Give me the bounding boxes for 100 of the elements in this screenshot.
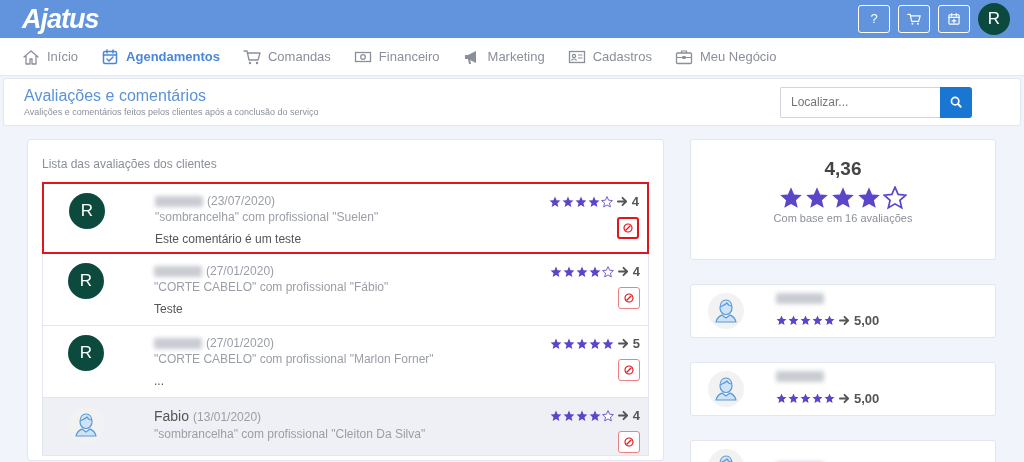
star-icon (824, 393, 835, 404)
nav-link[interactable]: Agendamentos (101, 47, 220, 66)
star-icon (779, 185, 803, 210)
review-score: 4 (632, 263, 640, 281)
review-score: 5 (632, 335, 640, 353)
review-date: (27/01/2020) (206, 263, 275, 280)
nav-link[interactable]: Meu Negócio (674, 47, 777, 66)
star-icon (575, 409, 588, 422)
blurred-name (776, 370, 824, 382)
help-button[interactable]: ? (858, 5, 890, 33)
search-field[interactable]: Localizar... (780, 86, 940, 118)
star-icon (831, 185, 855, 210)
service-description: "sombrancelha" com profissional "Cleiton Da Silva" (154, 426, 427, 443)
review-row[interactable]: R (27/01/2020) "CORTE CABELO" com profissional "Fábio" Teste 4 (42, 254, 649, 327)
star-icon (575, 337, 588, 350)
average-rating: 4,36 (824, 157, 862, 181)
rating-caption: Com base em 16 avaliações (773, 210, 913, 226)
star-icon (776, 393, 787, 404)
star-icon (812, 315, 823, 326)
star-icon (588, 337, 601, 350)
page-subtitle: Avalições e comentários feitos pelos clientes após a conclusão do serviço (24, 105, 319, 118)
letter-avatar: R (69, 193, 105, 230)
logo: Ajatus (22, 5, 99, 33)
blurred-name (154, 265, 202, 277)
star-icon (800, 393, 811, 404)
star-icon (587, 195, 600, 208)
block-button[interactable] (617, 216, 639, 239)
nav-link[interactable]: Financeiro (353, 47, 440, 66)
calendar-button[interactable] (938, 5, 970, 33)
block-button[interactable] (618, 286, 640, 309)
review-date: (23/07/2020) (207, 193, 276, 210)
review-score: 4 (632, 407, 640, 425)
star-icon (776, 315, 787, 326)
calendar-check-icon (101, 47, 120, 66)
review-row[interactable]: Fabio (13/01/2020) "sombrancelha" com profissional "Cleiton Da Silva" 4 (42, 398, 649, 457)
nav-link[interactable]: Cadastros (567, 47, 652, 66)
arrow-right-icon (617, 266, 629, 278)
letter-avatar: R (68, 263, 104, 300)
star-outline-icon (883, 185, 907, 210)
star-icon (857, 185, 881, 210)
star-icon (548, 195, 561, 208)
review-date: (27/01/2020) (206, 335, 275, 352)
client-name: Fabio (154, 407, 190, 427)
block-icon (624, 436, 634, 447)
star-icon (562, 265, 575, 278)
user-avatar-icon (708, 293, 744, 329)
service-description: "CORTE CABELO" com profissional "Fábio" (154, 279, 390, 296)
nav-link[interactable]: Comandas (243, 47, 331, 66)
search-icon (950, 96, 962, 108)
professional-score: 5,00 (854, 311, 880, 330)
nav-link[interactable]: Início (22, 47, 79, 66)
review-comment: Teste (154, 300, 184, 317)
star-outline-icon (601, 409, 614, 422)
star-icon (575, 265, 588, 278)
star-icon (601, 337, 614, 350)
briefcase-icon (674, 47, 693, 66)
professional-score: 5,00 (854, 389, 880, 408)
star-icon (588, 265, 601, 278)
service-description: "CORTE CABELO" com profissional "Marlon Forner" (154, 351, 435, 368)
review-comment: ... (154, 372, 165, 389)
star-icon (588, 409, 601, 422)
review-row[interactable]: R (23/07/2020) "sombrancelha" com profissional "Suelen" Este comentário é um teste 4 (42, 182, 649, 255)
search-button[interactable] (940, 86, 972, 118)
star-icon (549, 337, 562, 350)
user-avatar[interactable]: R (978, 3, 1010, 35)
star-icon (824, 315, 835, 326)
service-description: "sombrancelha" com profissional "Suelen" (155, 209, 380, 226)
arrow-right-icon (617, 338, 629, 350)
star-icon (788, 393, 799, 404)
star-icon (549, 409, 562, 422)
blurred-name (155, 195, 203, 207)
star-icon (549, 265, 562, 278)
blurred-name (776, 292, 824, 304)
letter-avatar: R (68, 335, 104, 372)
block-icon (623, 222, 633, 233)
cart-button[interactable] (898, 5, 930, 33)
arrow-right-icon (839, 315, 850, 326)
star-outline-icon (601, 265, 614, 278)
star-icon (562, 409, 575, 422)
star-icon (788, 315, 799, 326)
nav-link[interactable]: Marketing (462, 47, 545, 66)
user-avatar-icon (708, 371, 744, 407)
review-date: (13/01/2020) (193, 408, 262, 425)
cart-icon (907, 12, 921, 26)
review-comment: Este comentário é um teste (155, 230, 303, 247)
star-icon (800, 315, 811, 326)
reviews-list-title: Lista das avaliações dos clientes (42, 156, 218, 173)
star-icon (561, 195, 574, 208)
star-outline-icon (600, 195, 613, 208)
star-icon (574, 195, 587, 208)
star-icon (812, 393, 823, 404)
calendar-plus-icon (947, 12, 961, 26)
review-score: 4 (631, 193, 639, 211)
block-button[interactable] (618, 358, 640, 381)
block-button[interactable] (618, 430, 640, 453)
arrow-right-icon (839, 393, 850, 404)
star-icon (805, 185, 829, 210)
review-row[interactable]: R (27/01/2020) "CORTE CABELO" com profissional "Marlon Forner" ... 5 (42, 326, 649, 399)
block-icon (624, 364, 634, 375)
star-icon (562, 337, 575, 350)
